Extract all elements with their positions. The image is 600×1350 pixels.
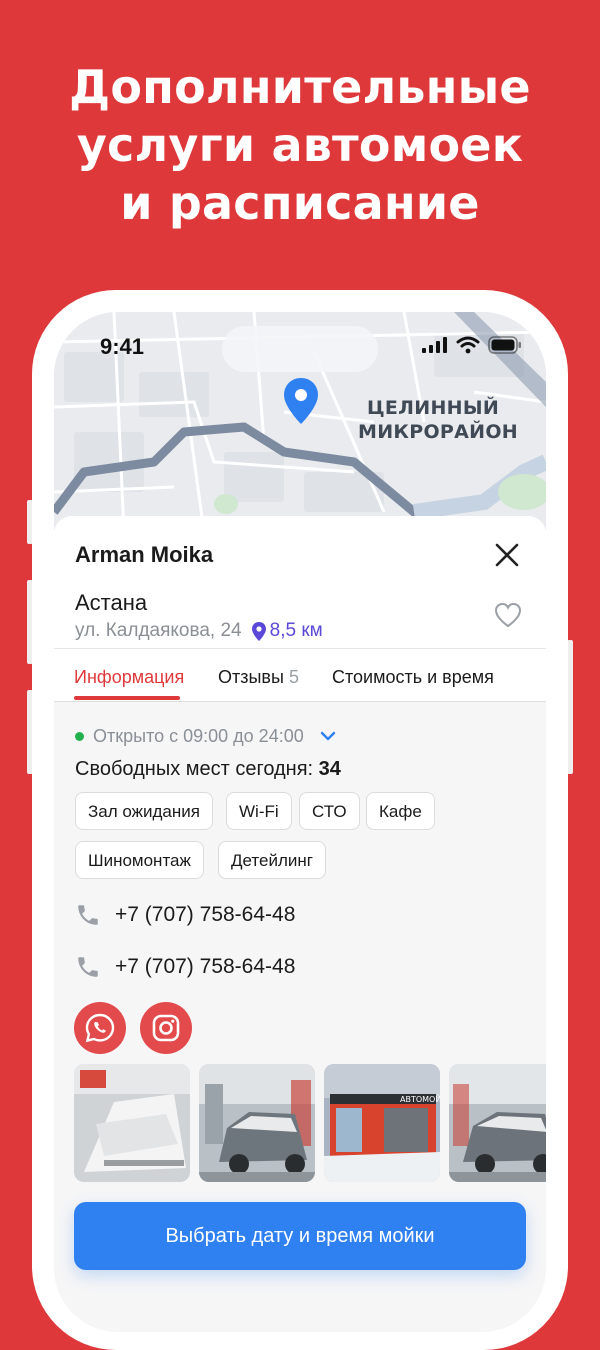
map-view[interactable]: 9:41 ЦЕЛИННЫЙ МИКРОРАЙОН: [54, 312, 546, 536]
photo-car-in-bay-2: [449, 1064, 546, 1182]
tab-price-and-time[interactable]: Стоимость и время: [332, 667, 494, 688]
phone-icon: [78, 905, 98, 925]
carwash-address: ул. Калдаякова, 24: [75, 620, 242, 641]
carwash-photo[interactable]: АВТОМОЙКА: [324, 1064, 440, 1182]
carwash-photo[interactable]: [199, 1064, 315, 1182]
free-slots-label: Свободных мест сегодня:: [75, 758, 314, 780]
open-hours-row[interactable]: Открыто с 09:00 до 24:00: [75, 724, 535, 748]
service-chip[interactable]: Детейлинг: [218, 841, 326, 879]
tab-reviews-count: 5: [288, 667, 299, 687]
instagram-icon: [152, 1014, 180, 1042]
carwash-photo[interactable]: [449, 1064, 546, 1182]
distance-value: 8,5 км: [269, 620, 323, 641]
status-icons: [422, 336, 522, 354]
service-chip[interactable]: СТО: [299, 792, 360, 830]
photo-car-in-bay: [199, 1064, 315, 1182]
instagram-button[interactable]: [140, 1002, 192, 1054]
promo-line-2: услуги автомоек: [76, 118, 524, 172]
tab-price-and-time-label: Стоимость и время: [332, 667, 494, 687]
tab-information[interactable]: Информация: [74, 667, 184, 688]
heart-icon[interactable]: [494, 602, 522, 628]
phone-contact[interactable]: +7 (707) 758-64-48: [75, 902, 295, 928]
details-tabs: Информация Отзывы 5 Стоимость и время: [54, 648, 546, 702]
phone-icon: [78, 957, 98, 977]
open-status-dot: [75, 731, 84, 741]
location-pin-icon[interactable]: [284, 378, 318, 424]
phone-number: +7 (707) 758-64-48: [115, 955, 296, 978]
info-section: Открыто с 09:00 до 24:00 Свободных мест …: [75, 724, 535, 781]
cellular-signal-icon: [422, 337, 447, 353]
book-wash-button[interactable]: Выбрать дату и время мойки: [74, 1202, 526, 1270]
tab-reviews-label: Отзывы: [218, 667, 284, 687]
photo-carwash-building: АВТОМОЙКА: [324, 1064, 440, 1182]
service-chip[interactable]: Шиномонтаж: [75, 841, 204, 879]
phone-number: +7 (707) 758-64-48: [115, 903, 296, 926]
district-label-line-2: МИКРОРАЙОН: [358, 421, 519, 443]
open-hours: Открыто с 09:00 до 24:00: [93, 725, 304, 746]
distance: 8,5 км: [251, 620, 323, 642]
free-slots-value: 34: [318, 758, 341, 780]
free-slots-row: Свободных мест сегодня: 34: [75, 758, 535, 781]
promo-headline: Дополнительные услуги автомоек и расписа…: [0, 58, 600, 232]
promo-line-3: и расписание: [120, 176, 480, 230]
distance-pin-icon: [251, 621, 266, 641]
app-screen: 9:41 ЦЕЛИННЫЙ МИКРОРАЙОН Arman Moika Аст…: [54, 312, 546, 1332]
tab-information-label: Информация: [74, 667, 185, 687]
promo-line-1: Дополнительные: [69, 60, 531, 114]
district-label-line-1: ЦЕЛИННЫЙ: [366, 397, 500, 419]
carwash-name: Arman Moika: [75, 542, 214, 567]
district-label: ЦЕЛИННЫЙ МИКРОРАЙОН: [358, 396, 519, 444]
carwash-photo[interactable]: [74, 1064, 190, 1182]
chevron-down-icon[interactable]: [320, 731, 336, 741]
sheet-header: Arman Moika Астана ул. Калдаякова, 24 8,…: [54, 516, 546, 648]
wifi-icon: [456, 336, 480, 354]
active-tab-indicator: [74, 696, 180, 700]
close-icon[interactable]: [492, 540, 522, 570]
tab-reviews[interactable]: Отзывы 5: [218, 667, 299, 688]
carwash-city: Астана: [75, 590, 148, 615]
phone-contact[interactable]: +7 (707) 758-64-48: [75, 954, 295, 980]
whatsapp-icon: [85, 1013, 115, 1043]
status-time: 9:41: [100, 334, 145, 359]
whatsapp-button[interactable]: [74, 1002, 126, 1054]
svg-text:АВТОМОЙКА: АВТОМОЙКА: [400, 1093, 440, 1104]
address-line: ул. Калдаякова, 24 8,5 км: [75, 620, 323, 642]
service-chip[interactable]: Зал ожидания: [75, 792, 213, 830]
carwash-details-sheet: Arman Moika Астана ул. Калдаякова, 24 8,…: [54, 516, 546, 1332]
photo-foamed-car: [74, 1064, 190, 1182]
dynamic-island: [222, 326, 378, 372]
service-chip[interactable]: Кафе: [366, 792, 435, 830]
service-chip[interactable]: Wi-Fi: [226, 792, 292, 830]
battery-icon: [488, 336, 521, 354]
